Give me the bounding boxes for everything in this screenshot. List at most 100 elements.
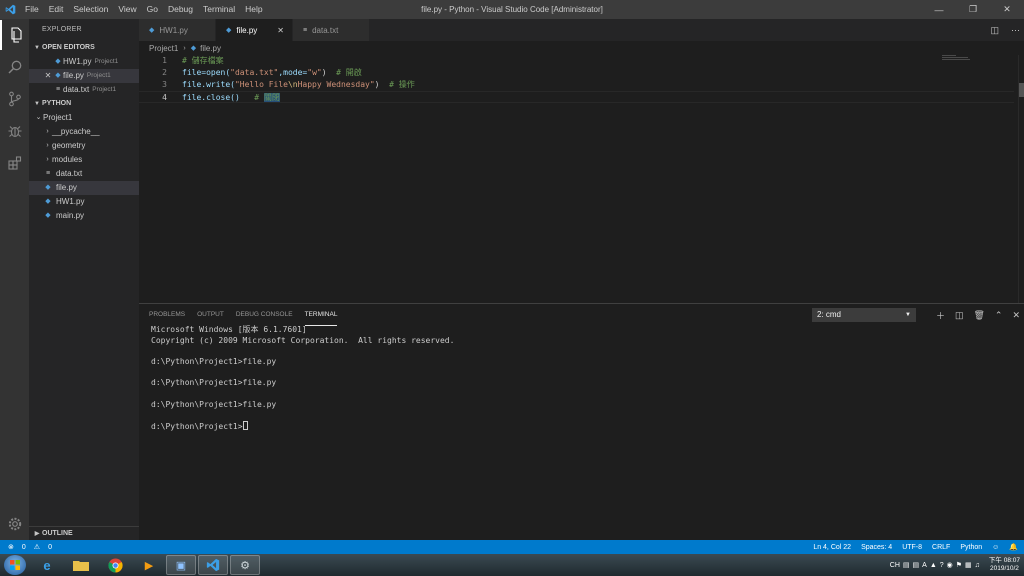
- taskbar-network[interactable]: ▣: [166, 555, 196, 575]
- explorer-button[interactable]: [0, 20, 29, 50]
- open-editor-item-active[interactable]: ✕ ◆ file.py Project1: [29, 69, 139, 83]
- workspace-section[interactable]: ▼ PYTHON: [29, 97, 139, 111]
- taskbar-media[interactable]: ▶: [134, 555, 164, 575]
- extensions-button[interactable]: [0, 148, 29, 178]
- tree-folder[interactable]: › geometry: [29, 139, 139, 153]
- tab-data[interactable]: ≡ data.txt: [293, 19, 370, 41]
- explorer-header: EXPLORER: [42, 26, 82, 33]
- terminal-output[interactable]: Microsoft Windows [版本 6.1.7601] Copyrigh…: [151, 325, 1014, 432]
- indentation[interactable]: Spaces: 4: [861, 544, 892, 551]
- close-tab-icon[interactable]: ✕: [277, 26, 284, 35]
- tree-folder[interactable]: › modules: [29, 153, 139, 167]
- bell-icon[interactable]: 🔔: [1009, 543, 1018, 551]
- tab-debug-console[interactable]: DEBUG CONSOLE: [236, 304, 293, 326]
- tray-icon[interactable]: A: [922, 562, 927, 569]
- open-editor-item[interactable]: ≡ data.txt Project1: [29, 83, 139, 97]
- start-button[interactable]: [4, 555, 26, 575]
- menu-terminal[interactable]: Terminal: [198, 0, 240, 19]
- close-panel-icon[interactable]: ✕: [1012, 310, 1020, 321]
- code-line-current: 4 file.close() # 關閉: [139, 91, 1014, 103]
- tree-folder-project1[interactable]: ⌄ Project1: [29, 111, 139, 125]
- workspace-label: PYTHON: [42, 100, 72, 107]
- open-editors-section[interactable]: ▼ OPEN EDITORS: [29, 41, 139, 55]
- new-terminal-icon[interactable]: ＋: [936, 309, 945, 322]
- terminal-prompt: d:\Python\Project1>: [151, 422, 243, 432]
- taskbar-vscode[interactable]: [198, 555, 228, 575]
- language-mode[interactable]: Python: [960, 544, 982, 551]
- taskbar-python[interactable]: ⚙: [230, 555, 260, 575]
- tree-file[interactable]: ◆ main.py: [29, 209, 139, 223]
- menu-debug[interactable]: Debug: [163, 0, 198, 19]
- tray-icon[interactable]: ▤: [913, 561, 920, 569]
- tab-output[interactable]: OUTPUT: [197, 304, 224, 326]
- line-number: 3: [162, 80, 167, 89]
- menu-selection[interactable]: Selection: [68, 0, 113, 19]
- flag-icon[interactable]: ⚑: [956, 561, 962, 569]
- tree-file-selected[interactable]: ◆ file.py: [29, 181, 139, 195]
- menu-go[interactable]: Go: [142, 0, 163, 19]
- tray-icon[interactable]: ◉: [947, 561, 953, 569]
- open-editor-item[interactable]: ◆ HW1.py Project1: [29, 55, 139, 69]
- terminal-select[interactable]: 2: cmd ▼: [812, 308, 916, 322]
- tab-problems[interactable]: PROBLEMS: [149, 304, 185, 326]
- source-control-button[interactable]: [0, 84, 29, 114]
- line-ending[interactable]: CRLF: [932, 544, 950, 551]
- maximize-button[interactable]: ❐: [956, 0, 990, 19]
- problems-status[interactable]: ⊗ 0 ⚠ 0: [0, 543, 52, 552]
- tray-icon[interactable]: ▤: [903, 561, 910, 569]
- search-button[interactable]: [0, 52, 29, 82]
- breadcrumb-folder[interactable]: Project1: [149, 44, 178, 53]
- manage-button[interactable]: [0, 509, 29, 539]
- menu-file[interactable]: File: [20, 0, 44, 19]
- outline-label: OUTLINE: [42, 529, 73, 537]
- more-icon[interactable]: ⋯: [1011, 25, 1020, 36]
- chevron-right-icon: ›: [46, 128, 49, 135]
- help-icon[interactable]: ?: [940, 562, 944, 569]
- editor-tabs: ◆ HW1.py ◆ file.py ✕ ≡ data.txt ◫ ⋯: [139, 19, 1024, 41]
- editor-actions: ◫ ⋯: [990, 19, 1020, 41]
- minimize-button[interactable]: —: [922, 0, 956, 19]
- clock[interactable]: 下午 08:07 2019/10/2: [989, 557, 1020, 573]
- tab-label: file.py: [236, 25, 258, 35]
- smiley-icon[interactable]: ☺: [992, 544, 999, 551]
- maximize-panel-icon[interactable]: ⌃: [995, 310, 1003, 321]
- warning-count: 0: [48, 543, 52, 551]
- close-editor-icon[interactable]: ✕: [43, 69, 53, 83]
- encoding[interactable]: UTF-8: [902, 544, 922, 551]
- menu-view[interactable]: View: [113, 0, 141, 19]
- code-editor[interactable]: 1 # 儲存檔案 2 file=open("data.txt",mode="w"…: [139, 55, 1014, 303]
- cursor-position[interactable]: Ln 4, Col 22: [813, 544, 851, 551]
- menu-help[interactable]: Help: [240, 0, 267, 19]
- volume-icon[interactable]: ♫: [975, 562, 980, 569]
- tree-file[interactable]: ≡ data.txt: [29, 167, 139, 181]
- taskbar-ie[interactable]: e: [32, 555, 62, 575]
- minimap[interactable]: [942, 55, 970, 61]
- system-tray: CH ▤ ▤ A ▲ ? ◉ ⚑ ▦ ♫ 下午 08:07 2019/10/2: [890, 554, 1020, 576]
- menu-edit[interactable]: Edit: [44, 0, 69, 19]
- menu-bar: File Edit Selection View Go Debug Termin…: [20, 0, 268, 19]
- tree-item-label: file.py: [56, 183, 77, 192]
- network-icon[interactable]: ▦: [965, 561, 972, 569]
- tree-file[interactable]: ◆ HW1.py: [29, 195, 139, 209]
- tab-hw1[interactable]: ◆ HW1.py: [139, 19, 216, 41]
- tab-label: HW1.py: [159, 25, 188, 35]
- close-window-button[interactable]: ✕: [990, 0, 1024, 19]
- tab-terminal[interactable]: TERMINAL: [304, 304, 338, 326]
- editor-scrollbar[interactable]: [1018, 55, 1024, 303]
- taskbar-explorer[interactable]: [66, 555, 96, 575]
- debug-button[interactable]: [0, 116, 29, 146]
- tree-folder[interactable]: › __pycache__: [29, 125, 139, 139]
- breadcrumb-file[interactable]: file.py: [200, 44, 221, 53]
- split-editor-icon[interactable]: ◫: [990, 25, 999, 36]
- split-terminal-icon[interactable]: ◫: [955, 310, 964, 321]
- tray-icon[interactable]: ▲: [930, 562, 937, 569]
- tab-file[interactable]: ◆ file.py ✕: [216, 19, 293, 41]
- taskbar-chrome[interactable]: [100, 555, 130, 575]
- outline-section[interactable]: ▶ OUTLINE: [29, 526, 139, 540]
- terminal-cursor: [242, 421, 248, 431]
- ime-indicator[interactable]: CH: [890, 562, 900, 569]
- trash-icon[interactable]: 🗑: [973, 310, 984, 321]
- internet-explorer-icon: e: [43, 557, 51, 573]
- scrollbar-thumb[interactable]: [1019, 83, 1024, 97]
